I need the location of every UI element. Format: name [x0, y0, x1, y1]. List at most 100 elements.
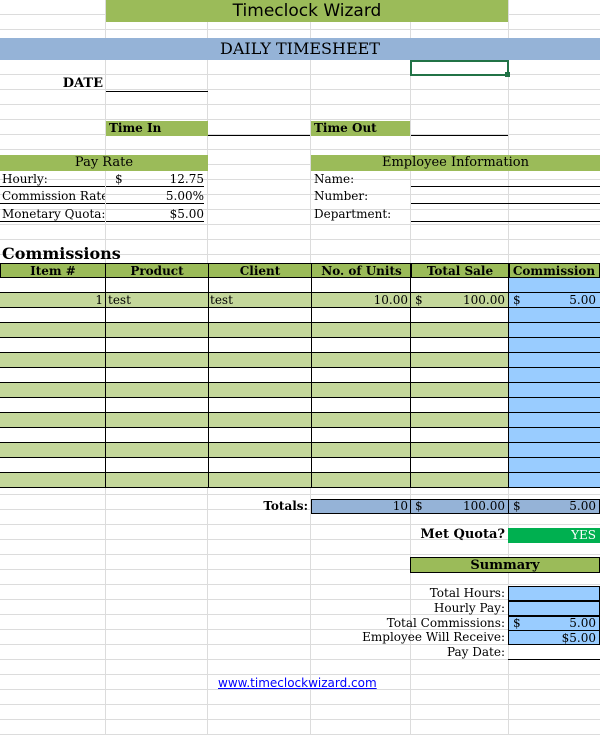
- column-divider: [410, 413, 411, 428]
- column-divider: [410, 308, 411, 323]
- column-divider: [105, 308, 106, 323]
- column-divider: [508, 413, 509, 428]
- hourly-pay-label: Hourly Pay:: [433, 601, 505, 615]
- commission-cell: [508, 458, 600, 473]
- column-divider: [208, 458, 209, 473]
- total-commission: 5.00: [569, 499, 596, 513]
- totals-divider-1: [410, 499, 411, 514]
- time-out-label: Time Out: [314, 121, 377, 135]
- commission-cell: [508, 383, 600, 398]
- column-divider: [208, 428, 209, 443]
- commission-cell: [508, 443, 600, 458]
- met-quota-label: Met Quota?: [420, 528, 505, 542]
- sheet-title: DAILY TIMESHEET: [220, 39, 380, 58]
- row1-sale[interactable]: 100.00: [430, 293, 505, 308]
- column-divider: [311, 338, 312, 353]
- column-divider: [208, 383, 209, 398]
- column-divider: [311, 308, 312, 323]
- time-in-label: Time In: [109, 121, 162, 135]
- commissions-title: Commissions: [2, 245, 121, 263]
- column-divider: [208, 443, 209, 458]
- employee-number-field[interactable]: [411, 189, 600, 204]
- column-divider: [311, 323, 312, 338]
- total-commission-currency: $: [513, 499, 521, 513]
- time-in-field[interactable]: [208, 121, 310, 136]
- commission-rate-value[interactable]: 5.00%: [106, 189, 204, 204]
- sheet-title-banner: DAILY TIMESHEET: [0, 38, 600, 60]
- row1-item[interactable]: 1: [0, 293, 103, 308]
- column-divider: [410, 473, 411, 488]
- col-client-header: Client: [208, 263, 312, 278]
- row1-sale-currency: $: [415, 293, 423, 307]
- quota-value[interactable]: $5.00: [106, 207, 204, 222]
- hourly-value[interactable]: 12.75: [106, 172, 204, 187]
- total-units: 10: [392, 499, 408, 513]
- column-divider: [508, 308, 509, 323]
- row1-commission-currency: $: [513, 293, 521, 307]
- commission-rate-label: Commission Rate:: [0, 189, 105, 204]
- col-commission-header: Commission: [508, 263, 600, 278]
- col-product-header: Product: [105, 263, 209, 278]
- pay-date-field[interactable]: [508, 645, 600, 660]
- row1-units[interactable]: 10.00: [311, 293, 408, 308]
- column-divider: [410, 323, 411, 338]
- column-divider: [105, 353, 106, 368]
- commission-cell: [508, 473, 600, 488]
- employee-receive-value: $5.00: [508, 630, 600, 645]
- pay-date-label: Pay Date:: [446, 645, 505, 659]
- summary-header-label: Summary: [470, 558, 540, 573]
- column-divider: [311, 353, 312, 368]
- column-divider: [105, 383, 106, 398]
- column-divider: [105, 458, 106, 473]
- totals-divider-2: [508, 499, 509, 514]
- column-divider: [105, 338, 106, 353]
- column-divider: [410, 428, 411, 443]
- column-divider: [508, 473, 509, 488]
- total-sale-currency: $: [415, 499, 423, 513]
- commission-cell: [508, 308, 600, 323]
- column-divider: [208, 473, 209, 488]
- column-divider: [410, 398, 411, 413]
- row1-product[interactable]: test: [108, 293, 206, 308]
- column-divider: [208, 398, 209, 413]
- column-divider: [410, 293, 411, 308]
- column-divider: [508, 368, 509, 383]
- total-sale: 100.00: [463, 499, 505, 513]
- column-divider: [508, 338, 509, 353]
- row1-commission: 5.00: [569, 293, 596, 307]
- column-divider: [208, 323, 209, 338]
- column-divider: [311, 398, 312, 413]
- employee-department-field[interactable]: [411, 207, 600, 222]
- column-divider: [105, 293, 106, 308]
- app-title: Timeclock Wizard: [232, 1, 382, 21]
- column-divider: [508, 293, 509, 308]
- footer-link[interactable]: www.timeclockwizard.com: [218, 675, 398, 691]
- commission-cell: [508, 428, 600, 443]
- commission-cell: [508, 368, 600, 383]
- commission-cell: [508, 338, 600, 353]
- commission-cell: [508, 353, 600, 368]
- total-hours-value: [508, 586, 600, 601]
- employee-name-field[interactable]: [411, 172, 600, 187]
- total-hours-label: Total Hours:: [429, 586, 505, 600]
- selected-cell[interactable]: [410, 60, 509, 76]
- hourly-label-line: [0, 172, 105, 187]
- date-field[interactable]: [106, 77, 208, 92]
- row1-client[interactable]: test: [210, 293, 308, 308]
- column-divider: [311, 473, 312, 488]
- column-divider: [208, 413, 209, 428]
- time-out-field[interactable]: [411, 121, 508, 136]
- employee-info-header-label: Employee Information: [381, 155, 529, 170]
- column-divider: [508, 428, 509, 443]
- column-divider: [208, 353, 209, 368]
- column-divider: [508, 353, 509, 368]
- employee-receive-label: Employee Will Receive:: [362, 630, 505, 644]
- commission-cell: [508, 398, 600, 413]
- column-divider: [508, 398, 509, 413]
- column-divider: [105, 323, 106, 338]
- col-sale-header: Total Sale: [410, 263, 510, 278]
- fill-handle[interactable]: [505, 72, 510, 77]
- summary-header: Summary: [410, 557, 600, 573]
- employee-number-label: Number:: [314, 189, 369, 203]
- column-divider: [508, 458, 509, 473]
